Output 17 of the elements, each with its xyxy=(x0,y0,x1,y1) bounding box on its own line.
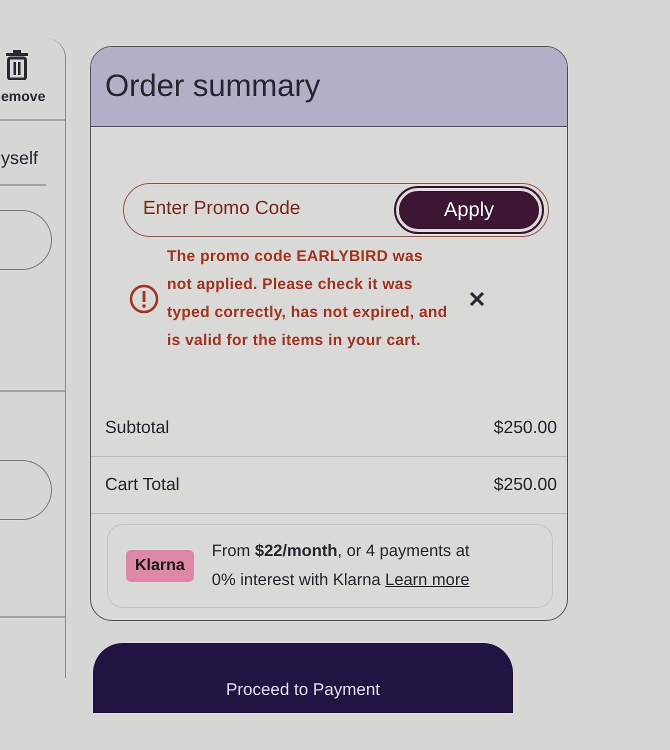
learn-more-link[interactable]: Learn more xyxy=(385,570,470,588)
proceed-button[interactable]: Proceed to Payment xyxy=(93,642,513,712)
promo-field[interactable]: Enter Promo Code Apply xyxy=(123,182,549,236)
klarna-text: From $22/month, or 4 payments at 0% interest with Klarna Learn more xyxy=(212,540,471,590)
trash-icon[interactable] xyxy=(5,50,29,80)
alert-icon xyxy=(129,284,159,314)
total-value: $250.00 xyxy=(494,473,557,496)
total-label: Cart Total xyxy=(105,473,180,496)
name-text: yself xyxy=(1,147,40,170)
card-title: Order summary xyxy=(91,47,567,126)
apply-button[interactable]: Apply xyxy=(396,188,542,232)
remove-label[interactable]: emove xyxy=(1,86,58,107)
error-message: The promo code EARLYBIRD was not applied. Please check it was typed correctly, has not expired, and is valid for the items in your cart. xyxy=(167,246,448,350)
total-label: Subtotal xyxy=(105,416,170,440)
close-icon[interactable] xyxy=(469,290,485,306)
klarna-badge: Klarna xyxy=(126,550,194,582)
total-value: $250.00 xyxy=(494,416,557,440)
